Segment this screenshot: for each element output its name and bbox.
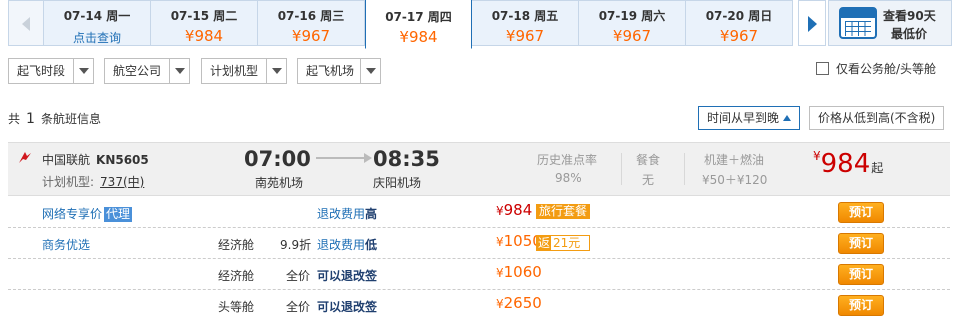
date-price: ¥984: [184, 27, 224, 45]
departure-time: 07:00: [244, 147, 311, 171]
fare-name[interactable]: 网络专享价 代理: [42, 205, 133, 222]
chevron-down-icon: [266, 59, 286, 83]
discount: 9.9折: [280, 238, 312, 252]
date-tab-0714[interactable]: 07-14 周一 点击查询: [44, 0, 151, 46]
date-tab-0715[interactable]: 07-15 周二 ¥984: [151, 0, 258, 46]
sort-by-time-button[interactable]: 时间从早到晚: [698, 106, 801, 130]
plane-model-link[interactable]: 737(中): [100, 175, 144, 189]
view-90-days-button[interactable]: 查看90天 最低价: [828, 0, 952, 46]
tax-value: ¥50＋¥120: [702, 173, 768, 187]
filter-airline[interactable]: 航空公司: [104, 58, 190, 84]
cabin-class: 头等舱: [218, 300, 255, 314]
date-label: 07-15 周二: [170, 9, 238, 23]
fare-price: ¥2650: [496, 294, 542, 312]
date-tab-0720[interactable]: 07-20 周日 ¥967: [686, 0, 793, 46]
refund-policy[interactable]: 退改费用低: [317, 236, 377, 253]
cabin-class: 经济舱: [218, 238, 255, 252]
date-price: ¥967: [719, 27, 759, 45]
date-price: ¥967: [291, 27, 331, 45]
ontime-label: 历史准点率: [537, 153, 598, 167]
filter-departure-airport[interactable]: 起飞机场: [297, 58, 381, 84]
date-label: 07-18 周五: [491, 9, 559, 23]
book-button[interactable]: 预订: [838, 295, 884, 316]
travel-package-badge: 旅行套餐: [536, 204, 591, 219]
tax-label: 机建＋燃油: [704, 153, 765, 167]
fare-price: ¥984: [496, 201, 533, 219]
filter-label: 航空公司: [113, 64, 162, 78]
cabin-class: 经济舱: [218, 269, 255, 283]
chevron-left-icon: [22, 17, 30, 31]
filter-label: 起飞时段: [17, 64, 66, 78]
next-week-button[interactable]: [798, 0, 826, 46]
ninety-line1: 查看90天: [883, 9, 936, 23]
result-count: 1: [26, 111, 35, 127]
date-tab-0717-selected[interactable]: 07-17 周四 ¥984: [365, 0, 472, 49]
lowest-price: ¥984起: [813, 149, 884, 179]
fare-row: 网络专享价 代理 退改费用高 ¥984 旅行套餐 预订: [8, 197, 950, 228]
chevron-down-icon: [169, 59, 189, 83]
filter-label: 起飞机场: [306, 64, 355, 78]
sort-by-price-button[interactable]: 价格从低到高(不含税): [809, 106, 945, 130]
date-label: 07-14 周一: [63, 9, 131, 23]
date-price: ¥967: [612, 27, 652, 45]
filter-departure-time[interactable]: 起飞时段: [8, 58, 94, 84]
business-first-checkbox[interactable]: [816, 62, 829, 75]
date-label: 07-20 周日: [705, 9, 773, 23]
date-label: 07-17 周四: [385, 10, 452, 24]
refund-policy[interactable]: 可以退改签: [317, 298, 377, 315]
fare-row: 经济舱 全价 可以退改签 ¥1060 预订: [8, 259, 950, 290]
chevron-down-icon: [73, 59, 93, 83]
ontime-value: 98%: [555, 171, 582, 185]
fare-price: ¥1050: [496, 232, 542, 250]
discount: 全价: [286, 269, 311, 283]
book-button[interactable]: 预订: [838, 264, 884, 285]
date-tab-0718[interactable]: 07-18 周五 ¥967: [472, 0, 579, 46]
plane-type: 计划机型: 737(中): [42, 175, 145, 189]
date-tab-0716[interactable]: 07-16 周三 ¥967: [258, 0, 365, 46]
date-tab-0719[interactable]: 07-19 周六 ¥967: [579, 0, 686, 46]
book-button[interactable]: 预订: [838, 233, 884, 254]
calendar-icon: [839, 7, 877, 39]
book-button[interactable]: 预订: [838, 202, 884, 223]
flight-number: KN5605: [96, 153, 149, 167]
departure-airport: 南苑机场: [255, 176, 304, 190]
filter-label: 计划机型: [210, 64, 259, 78]
fare-row: 商务优选 经济舱 9.9折 退改费用低 ¥1050 返 21元 预订: [8, 228, 950, 259]
date-strip: 07-14 周一 点击查询 07-15 周二 ¥984 07-16 周三 ¥96…: [8, 0, 952, 49]
agent-badge: 代理: [104, 207, 133, 222]
arrow-right-icon: [316, 153, 372, 163]
chevron-down-icon: [360, 59, 380, 83]
divider: [684, 153, 685, 185]
date-price: ¥984: [399, 28, 438, 46]
meal-value: 无: [642, 173, 655, 187]
query-link[interactable]: 点击查询: [44, 29, 150, 46]
date-label: 07-19 周六: [598, 9, 666, 23]
arrival-airport: 庆阳机场: [373, 176, 422, 190]
arrow-up-icon: [783, 115, 792, 121]
prev-week-button[interactable]: [8, 0, 44, 46]
airline-logo-icon: [19, 152, 31, 163]
ninety-line2: 最低价: [891, 27, 928, 41]
fare-row: 头等舱 全价 可以退改签 ¥2650 预订: [8, 290, 950, 320]
fare-name[interactable]: 商务优选: [42, 236, 90, 253]
chevron-right-icon: [808, 16, 817, 32]
cashback-badge: 返 21元: [536, 235, 590, 251]
refund-policy[interactable]: 退改费用高: [317, 205, 377, 222]
date-price: ¥967: [505, 27, 545, 45]
discount: 全价: [286, 300, 311, 314]
filter-plane-type[interactable]: 计划机型: [201, 58, 287, 84]
airline-name: 中国联航 KN5605: [42, 153, 149, 167]
result-summary: 共 1 条航班信息: [8, 111, 101, 127]
flight-row[interactable]: 中国联航 KN5605 计划机型: 737(中) 07:00 南苑机场 08:35 …: [8, 142, 950, 196]
business-first-label: 仅看公务舱/头等舱: [836, 62, 937, 76]
arrival-time: 08:35: [373, 147, 440, 171]
divider: [621, 153, 622, 185]
meal-label: 餐食: [636, 153, 661, 167]
date-label: 07-16 周三: [277, 9, 345, 23]
refund-policy[interactable]: 可以退改签: [317, 267, 377, 284]
fare-price: ¥1060: [496, 263, 542, 281]
